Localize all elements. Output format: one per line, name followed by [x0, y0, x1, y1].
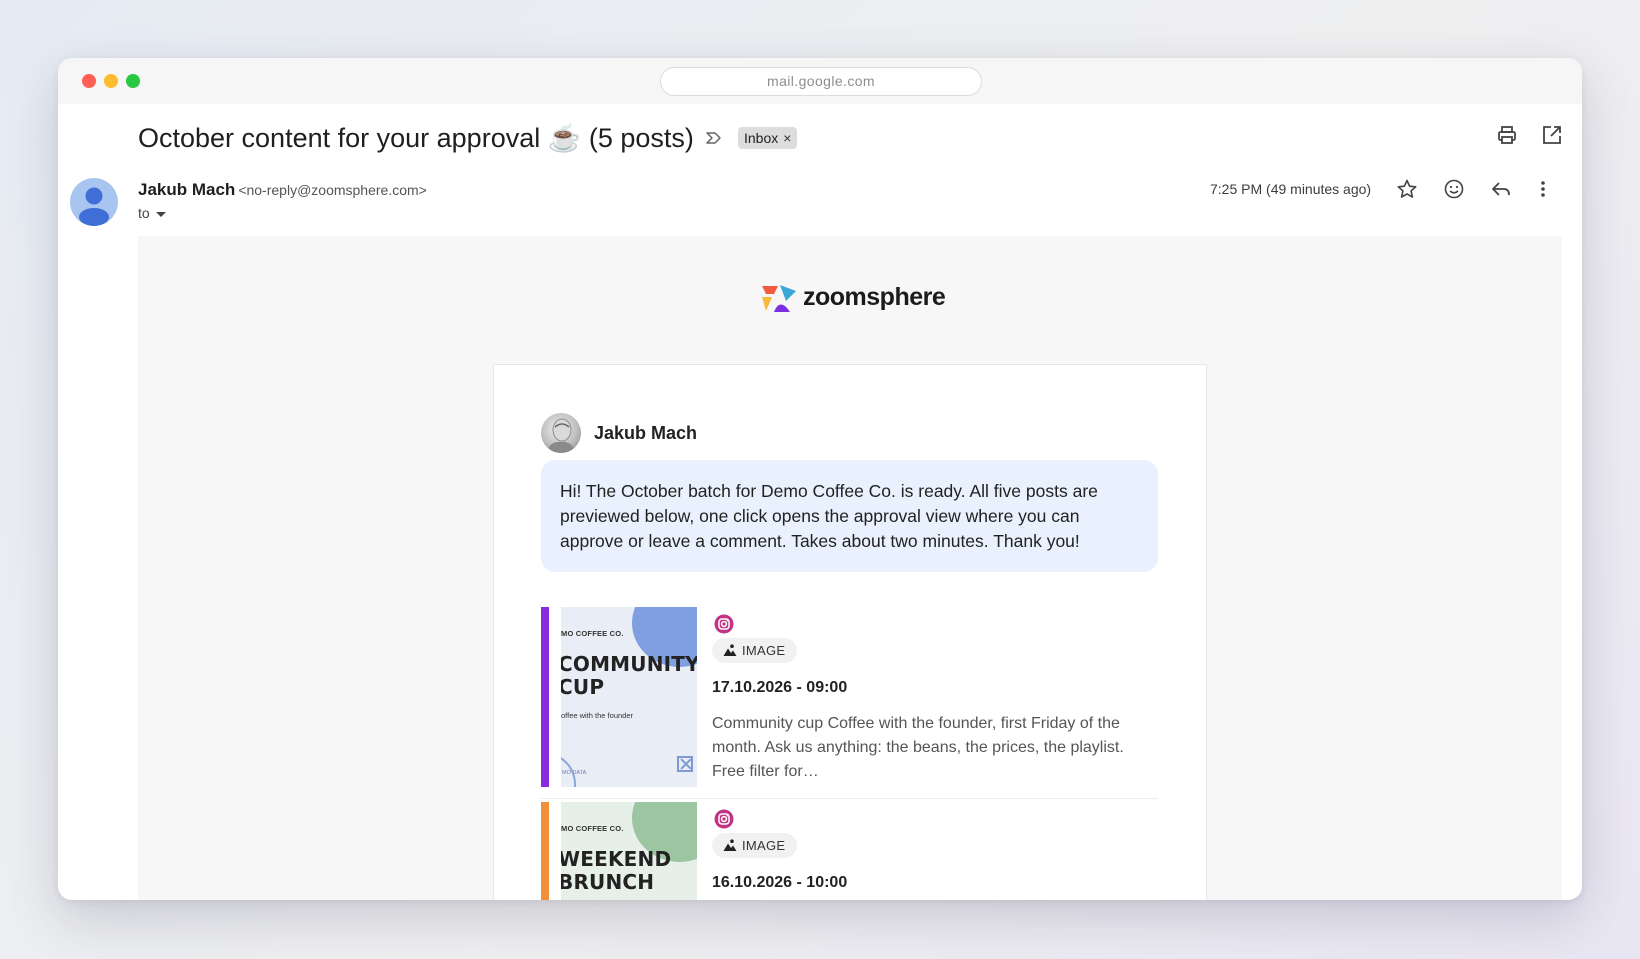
author-name: Jakub Mach: [594, 423, 698, 443]
post-type-label: IMAGE: [742, 838, 786, 853]
thumbnail-brand: MO COFFEE CO.: [561, 824, 624, 833]
sender-name[interactable]: Jakub Mach: [138, 180, 235, 199]
mail-window: mail.google.com October content for your…: [58, 58, 1582, 900]
post-date: 17.10.2026 - 09:00: [712, 679, 848, 696]
thumbnail-qr-icon: [677, 756, 693, 772]
sender-email: <no-reply@zoomsphere.com>: [238, 182, 427, 198]
open-in-new-window-icon[interactable]: [1541, 124, 1563, 146]
thumbnail-title-line-1: WEEKEND: [561, 847, 672, 871]
email-timestamp: 7:25 PM (49 minutes ago): [1210, 181, 1372, 197]
thumbnail-title-line-2: CUP: [561, 675, 605, 699]
post-type-badge: IMAGE: [712, 638, 798, 663]
instagram-icon: [714, 809, 734, 829]
important-marker-icon[interactable]: [704, 128, 724, 148]
sender-line: Jakub Mach <no-reply@zoomsphere.com>: [138, 180, 427, 200]
post-caption: Community cup Coffee with the founder, f…: [712, 715, 1124, 780]
browser-titlebar: mail.google.com: [58, 58, 1582, 104]
thumbnail-title-line-2: BRUNCH: [561, 870, 655, 894]
recipients-toggle[interactable]: to: [138, 205, 166, 221]
thumbnail-subtitle: offee with the founder: [561, 711, 633, 720]
thumbnail-title: WEEKEND BRUNCH: [561, 848, 671, 894]
email-body: zoomsphere Jakub Mach Hi! The October ba…: [138, 236, 1562, 900]
brand-name: zoomsphere: [803, 283, 946, 311]
post-preview[interactable]: MO COFFEE CO. WEEKEND BRUNCH IMAGE 16.10…: [541, 802, 1158, 900]
remove-label-button[interactable]: ×: [783, 130, 791, 146]
to-label: to: [138, 205, 150, 221]
email-subject: October content for your approval ☕️ (5 …: [138, 123, 694, 153]
address-bar[interactable]: mail.google.com: [660, 67, 982, 96]
post-type-label: IMAGE: [742, 643, 786, 658]
star-icon[interactable]: [1396, 178, 1418, 200]
person-icon: [79, 187, 109, 226]
sender-avatar[interactable]: [70, 178, 118, 226]
chevron-down-icon[interactable]: [155, 211, 166, 217]
post-thumbnail[interactable]: MO COFFEE CO. WEEKEND BRUNCH: [561, 802, 697, 900]
post-type-badge: IMAGE: [712, 833, 798, 858]
post-status-bar: [541, 607, 549, 787]
approval-card: Jakub Mach Hi! The October batch for Dem…: [493, 364, 1207, 900]
more-options-icon[interactable]: [1538, 178, 1548, 200]
post-preview[interactable]: MO COFFEE CO. COMMUNITY CUP offee with t…: [541, 607, 1158, 787]
instagram-icon: [714, 614, 734, 634]
thumbnail-footer: MO DATA: [562, 770, 587, 776]
zoomsphere-logo-mark: [762, 285, 796, 312]
add-reaction-icon[interactable]: [1443, 178, 1465, 200]
inbox-label-text: Inbox: [744, 130, 779, 146]
maximize-window-button[interactable]: [126, 74, 140, 88]
post-divider: [541, 798, 1158, 799]
post-date: 16.10.2026 - 10:00: [712, 874, 848, 891]
print-icon[interactable]: [1496, 124, 1518, 146]
post-status-bar: [541, 802, 549, 900]
message-bubble: Hi! The October batch for Demo Coffee Co…: [541, 460, 1158, 572]
thumbnail-brand: MO COFFEE CO.: [561, 629, 624, 638]
person-photo-icon: [547, 418, 575, 453]
image-icon: [723, 644, 737, 656]
thumbnail-title-line-1: COMMUNITY: [561, 652, 697, 676]
author-avatar: [541, 413, 581, 453]
close-window-button[interactable]: [82, 74, 96, 88]
minimize-window-button[interactable]: [104, 74, 118, 88]
thumbnail-title: COMMUNITY CUP: [561, 653, 697, 699]
inbox-label-badge: Inbox ×: [738, 127, 798, 149]
reply-icon[interactable]: [1490, 178, 1512, 200]
image-icon: [723, 839, 737, 851]
post-thumbnail[interactable]: MO COFFEE CO. COMMUNITY CUP offee with t…: [561, 607, 697, 787]
